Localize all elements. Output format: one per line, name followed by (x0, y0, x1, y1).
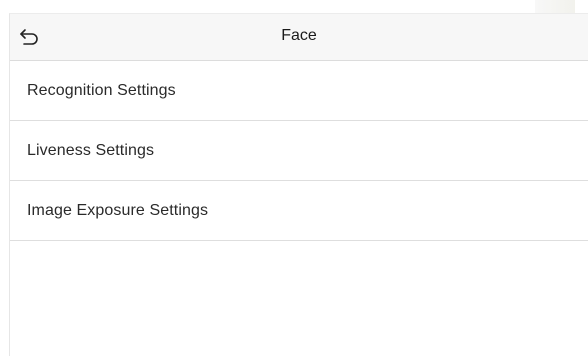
menu-item-recognition-settings[interactable]: Recognition Settings (10, 61, 588, 121)
device-screen: Face Recognition Settings Liveness Setti… (0, 0, 588, 356)
background-decoration (535, 0, 575, 14)
back-button[interactable] (18, 26, 42, 48)
settings-menu: Recognition Settings Liveness Settings I… (10, 61, 588, 241)
menu-item-label: Recognition Settings (27, 81, 176, 99)
menu-item-image-exposure-settings[interactable]: Image Exposure Settings (10, 181, 588, 241)
header-bar: Face (10, 14, 588, 61)
page-title: Face (281, 27, 317, 44)
menu-item-label: Image Exposure Settings (27, 201, 209, 219)
menu-item-label: Liveness Settings (27, 141, 155, 159)
menu-item-liveness-settings[interactable]: Liveness Settings (10, 121, 588, 181)
face-settings-panel: Face Recognition Settings Liveness Setti… (9, 13, 588, 356)
back-arrow-icon (20, 29, 38, 45)
